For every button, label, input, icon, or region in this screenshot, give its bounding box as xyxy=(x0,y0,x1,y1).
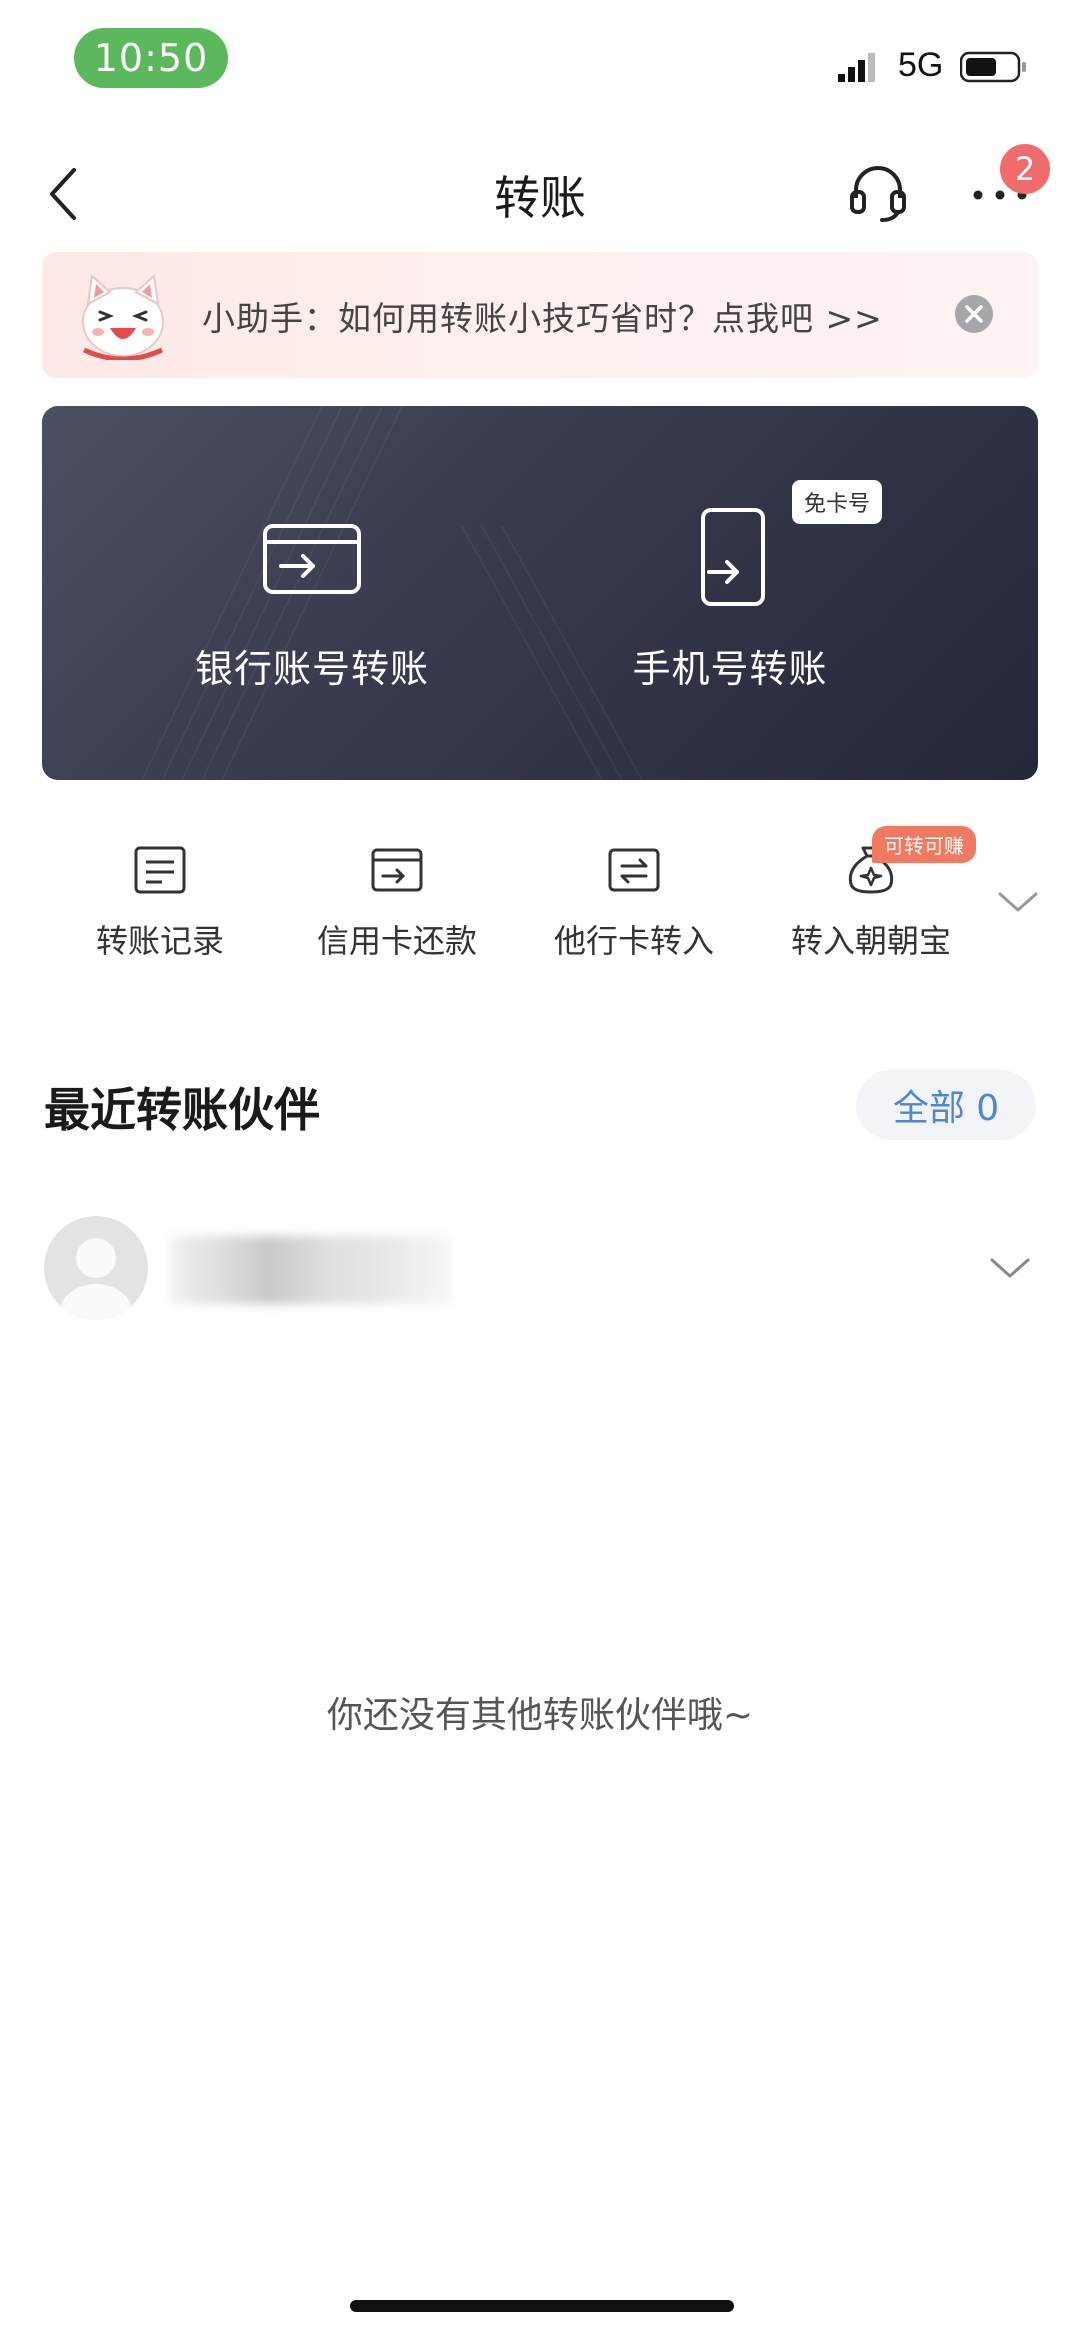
empty-state-text: 你还没有其他转账伙伴哦~ xyxy=(326,1695,754,1736)
document-icon xyxy=(134,846,186,894)
earn-badge: 可转可赚 xyxy=(872,826,976,863)
bank-card-icon xyxy=(263,524,361,594)
action-label: 转入朝朝宝 xyxy=(790,922,951,960)
avatar xyxy=(44,1216,148,1320)
notification-badge: 2 xyxy=(1000,144,1050,194)
no-card-tag: 免卡号 xyxy=(792,480,883,524)
avatar-placeholder-icon xyxy=(60,1238,132,1320)
home-indicator[interactable] xyxy=(350,2300,734,2312)
transfer-card: 银行账号转账 免卡号 手机号转账 xyxy=(42,406,1038,780)
chevron-down-icon[interactable] xyxy=(996,888,1040,916)
phone-transfer-label: 手机号转账 xyxy=(632,647,828,691)
transfer-screen: 10:50 5G 转账 2 小助手：如何用转账小技巧省时？点我吧 >> 银行账号… xyxy=(0,0,1080,2337)
partner-row[interactable] xyxy=(0,1210,1080,1330)
blurred-partner-name xyxy=(170,1236,452,1304)
action-transfer-records[interactable]: 转账记录 xyxy=(50,830,270,970)
bank-account-transfer[interactable]: 银行账号转账 xyxy=(102,406,522,780)
nav-bar: 转账 xyxy=(0,140,1080,250)
action-label: 信用卡还款 xyxy=(316,922,477,960)
action-label: 他行卡转入 xyxy=(553,922,714,960)
close-circle-icon[interactable] xyxy=(954,294,994,334)
phone-transfer-icon xyxy=(701,508,765,606)
signal-icon xyxy=(838,53,875,82)
status-bar: 10:50 5G xyxy=(0,0,1080,120)
cat-mascot-icon xyxy=(82,274,164,360)
assistant-banner[interactable]: 小助手：如何用转账小技巧省时？点我吧 >> xyxy=(42,252,1038,378)
battery-icon xyxy=(960,51,1026,83)
bank-transfer-label: 银行账号转账 xyxy=(194,647,429,691)
card-swap-icon xyxy=(608,848,660,892)
assistant-tip[interactable]: 小助手：如何用转账小技巧省时？点我吧 >> xyxy=(202,292,883,340)
action-credit-card-repay[interactable]: 信用卡还款 xyxy=(287,830,507,970)
headset-icon[interactable] xyxy=(848,160,908,224)
chevron-down-icon[interactable] xyxy=(988,1254,1032,1282)
action-other-bank-in[interactable]: 他行卡转入 xyxy=(524,830,744,970)
credit-card-icon xyxy=(371,848,423,892)
recent-partners-title: 最近转账伙伴 xyxy=(44,1083,320,1137)
network-type: 5G xyxy=(898,46,944,84)
status-time: 10:50 xyxy=(74,28,228,88)
page-title: 转账 xyxy=(494,171,586,225)
action-label: 转账记录 xyxy=(95,922,224,960)
all-partners-button[interactable]: 全部 0 xyxy=(856,1070,1036,1140)
phone-number-transfer[interactable]: 免卡号 手机号转账 xyxy=(520,406,940,780)
